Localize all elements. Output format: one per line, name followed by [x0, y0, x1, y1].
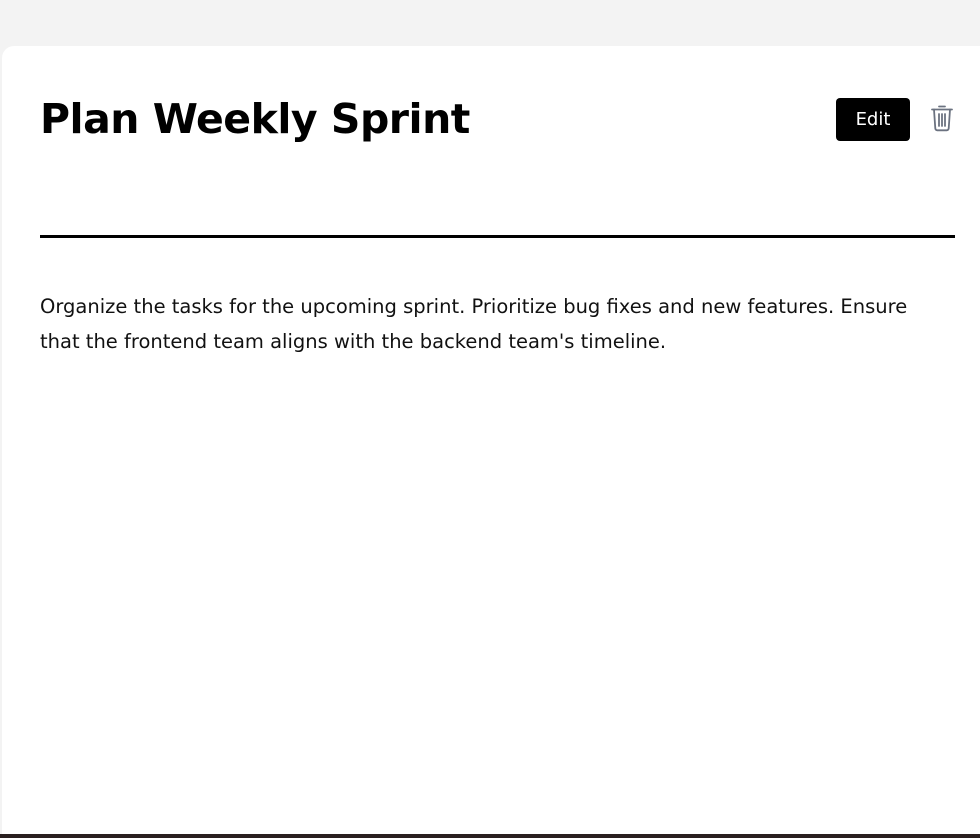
task-description: Organize the tasks for the upcoming spri… [40, 295, 908, 353]
task-title: Plan Weekly Sprint [40, 95, 470, 143]
edit-button[interactable]: Edit [836, 98, 910, 141]
delete-button[interactable] [930, 104, 954, 132]
bottom-edge [0, 834, 980, 838]
title-divider [40, 235, 955, 238]
trash-icon [930, 105, 954, 135]
task-header: Plan Weekly Sprint Edit [40, 94, 955, 190]
